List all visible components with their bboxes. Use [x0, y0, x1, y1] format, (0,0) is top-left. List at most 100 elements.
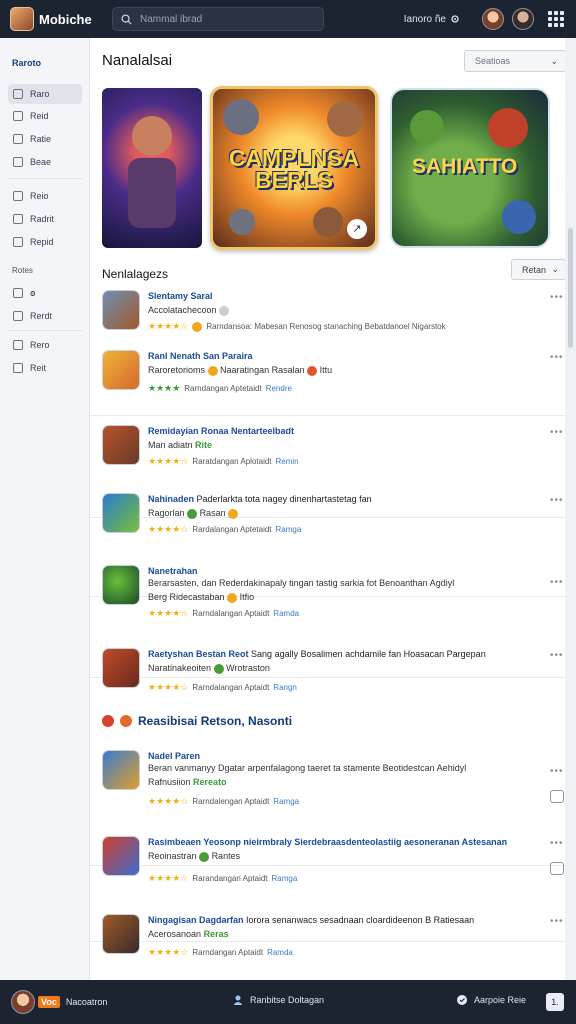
app-description: Rarandangan Aptaidt [192, 874, 268, 883]
scrollbar-thumb[interactable] [568, 228, 573, 348]
more-options-icon[interactable]: ••• [550, 427, 564, 438]
app-name: Raetyshan Bestan Reot Sang agally Bosali… [148, 649, 538, 659]
share-icon[interactable] [550, 790, 564, 803]
more-options-icon[interactable]: ••• [550, 495, 564, 506]
app-subtitle: Raroretorioms Naaratingan Rasalan Ittu [148, 365, 538, 376]
banner-action-button[interactable]: ↗ [347, 219, 367, 239]
sidebar-item-label: Radrit [30, 214, 55, 224]
search-input[interactable] [140, 13, 300, 25]
tools-icon [13, 363, 23, 373]
minimize-button[interactable]: 1. [546, 993, 564, 1011]
app-link[interactable]: Ramga [276, 525, 302, 534]
app-tagline: Iorora senanwacs sesadnaan cloardideenon… [246, 915, 475, 925]
sidebar-item-games[interactable]: Beae [8, 152, 82, 172]
character-figure [223, 99, 259, 135]
coin-icon [227, 592, 238, 603]
more-options-icon[interactable]: ••• [550, 916, 564, 927]
app-developer: Reoinastran [148, 851, 197, 861]
store-icon [13, 111, 23, 121]
chevron-down-icon: ⌄ [550, 56, 558, 66]
app-icon [102, 350, 140, 390]
filter-label: Retan [522, 264, 547, 275]
sidebar-item-doc[interactable]: Rerdt [8, 306, 82, 326]
app-link[interactable]: Ramda [267, 948, 293, 957]
app-link[interactable]: Ramga [273, 797, 299, 806]
sidebar-divider [8, 178, 82, 179]
app-developer: Ragorlan [148, 508, 185, 518]
app-name: Remidayian Ronaa Nentarteelbadt [148, 426, 295, 436]
sidebar-item-home[interactable]: Raro [8, 84, 82, 104]
user-avatar[interactable] [482, 8, 504, 30]
app-description: Rarndangan Aptaidt [192, 948, 264, 957]
library-icon [13, 134, 23, 144]
app-developer: Acerosanoan [148, 929, 202, 939]
arrow-icon [120, 715, 132, 727]
app-link[interactable]: Remin [276, 457, 299, 466]
app-tagline: Paderlarkta tota nagey dinenhartastetag … [196, 494, 372, 504]
media-icon [13, 214, 23, 224]
sidebar-item-label: ꙩ [30, 287, 36, 298]
page-title: Nanalalsai [102, 52, 173, 69]
sidebar-item-store[interactable]: Reid [8, 106, 82, 126]
chat-icon[interactable] [550, 862, 564, 875]
people-icon [233, 995, 243, 1005]
rating-stars: ★★★★☆ [148, 608, 189, 618]
sidebar-item-profile[interactable]: Repid [8, 232, 82, 252]
user-avatar[interactable] [11, 990, 35, 1014]
sidebar-item-tools[interactable]: Reit [8, 358, 82, 378]
sort-selected: Seatioas [475, 56, 511, 66]
app-link[interactable]: Rendre [266, 384, 292, 393]
featured-banner-3[interactable]: SAHIATTO [390, 88, 550, 248]
featured-banner-2[interactable]: CAMPLNSA BERLS ↗ [210, 86, 378, 250]
sidebar-item-check[interactable]: ꙩ [8, 283, 82, 303]
sort-dropdown[interactable]: Seatioas ⌄ [464, 50, 566, 72]
character-figure [327, 101, 363, 137]
notifications[interactable]: Aarpoie Reie [456, 994, 526, 1006]
app-logo[interactable] [10, 7, 34, 31]
friend-avatar[interactable] [512, 8, 534, 30]
banner-title: SAHIATTO [412, 155, 518, 178]
top-right-controls: Ianoro ñe [404, 0, 576, 38]
filter-dropdown[interactable]: Retan ⌄ [511, 259, 566, 280]
app-link[interactable]: Ramga [272, 874, 298, 883]
app-link[interactable]: Rangn [273, 683, 297, 692]
sidebar-item-library[interactable]: Ratie [8, 129, 82, 149]
app-description: Beran vanmanyy Dgatar arpenfalagong taer… [148, 763, 467, 773]
app-name: Nadel Paren [148, 751, 201, 761]
leaf-icon [213, 663, 224, 674]
app-developer: Accolatachecoon [148, 305, 217, 315]
more-options-icon[interactable]: ••• [550, 577, 564, 588]
sidebar-item-media[interactable]: Radrit [8, 209, 82, 229]
apps-grid-icon[interactable] [548, 11, 564, 27]
more-options-icon[interactable]: ••• [550, 766, 564, 777]
sidebar-item-list[interactable]: Rero [8, 335, 82, 355]
app-developer: Rafnusiion [148, 777, 191, 787]
sidebar-item-news[interactable]: Reio [8, 186, 82, 206]
more-options-icon[interactable]: ••• [550, 838, 564, 849]
leaf-icon [187, 508, 198, 519]
news-icon [13, 191, 23, 201]
sidebar-divider [8, 330, 82, 331]
sidebar-category: Rotes [12, 266, 33, 275]
app-link[interactable]: Ramda [273, 609, 299, 618]
app-name: Slentamy Saral [148, 291, 213, 301]
app-title: Ningagisan Dagdarfan [148, 915, 244, 925]
hero-body [128, 158, 176, 228]
rating-stars: ★★★★☆ [148, 873, 189, 883]
more-options-icon[interactable]: ••• [550, 292, 564, 303]
scrollbar[interactable] [565, 38, 576, 980]
app-title: Mobiche [39, 11, 92, 27]
more-options-icon[interactable]: ••• [550, 352, 564, 363]
app-subtitle: Man adiatn Rite [148, 440, 538, 450]
rating-stars: ★★★★☆ [148, 682, 189, 692]
recommended-heading: Reasibisai Retson, Nasonti [102, 714, 292, 728]
sidebar-item-label: Rerdt [30, 311, 53, 321]
app-icon [102, 750, 140, 790]
more-options-icon[interactable]: ••• [550, 650, 564, 661]
featured-banner-1[interactable] [102, 88, 202, 248]
info-icon [219, 305, 230, 316]
update-link[interactable]: Ianoro ñe [404, 14, 460, 25]
search-bar[interactable] [112, 7, 324, 31]
rating-stars: ★★★★☆ [148, 796, 189, 806]
friends-status[interactable]: Ranbitse Doltagan [232, 994, 324, 1006]
